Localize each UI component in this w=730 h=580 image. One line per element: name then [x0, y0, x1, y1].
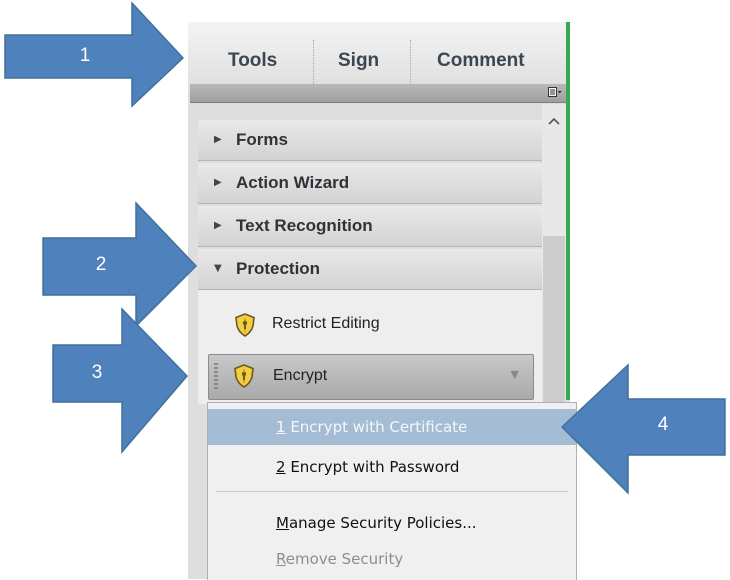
annotation-arrows	[4, 1, 726, 495]
arrow-2-shape	[42, 201, 198, 328]
arrow-2-label: 2	[95, 254, 107, 275]
arrow-4-shape	[560, 363, 726, 495]
arrow-3-label: 3	[91, 362, 103, 383]
arrow-4-label: 4	[657, 414, 669, 435]
arrow-1-label: 1	[79, 45, 91, 66]
arrow-3-shape	[52, 307, 189, 455]
